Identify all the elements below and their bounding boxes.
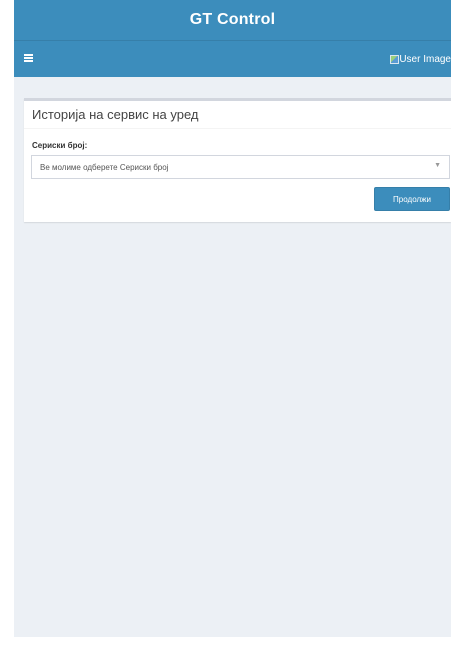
app-frame: GT Control User Image Историја на сервис… xyxy=(14,0,451,637)
top-navbar: User Image xyxy=(14,40,451,77)
broken-image-icon xyxy=(390,55,400,64)
user-menu[interactable]: User Image xyxy=(390,54,451,65)
app-title: GT Control xyxy=(189,11,276,28)
app-title-bar: GT Control xyxy=(14,0,451,40)
serial-number-placeholder: Ве молиме одберете Сериски број xyxy=(40,163,169,172)
continue-button[interactable]: Продолжи xyxy=(374,187,450,211)
panel-divider xyxy=(24,128,451,129)
chevron-down-icon: ▼ xyxy=(434,162,441,169)
hamburger-menu-icon[interactable] xyxy=(24,54,33,62)
user-image-alt-text: User Image xyxy=(399,54,451,65)
serial-number-select[interactable]: Ве молиме одберете Сериски број ▼ xyxy=(31,155,450,179)
serial-number-label: Сериски број: xyxy=(32,141,88,150)
panel-title: Историја на сервис на уред xyxy=(32,107,199,122)
service-history-panel: Историја на сервис на уред Сериски број:… xyxy=(24,98,451,222)
